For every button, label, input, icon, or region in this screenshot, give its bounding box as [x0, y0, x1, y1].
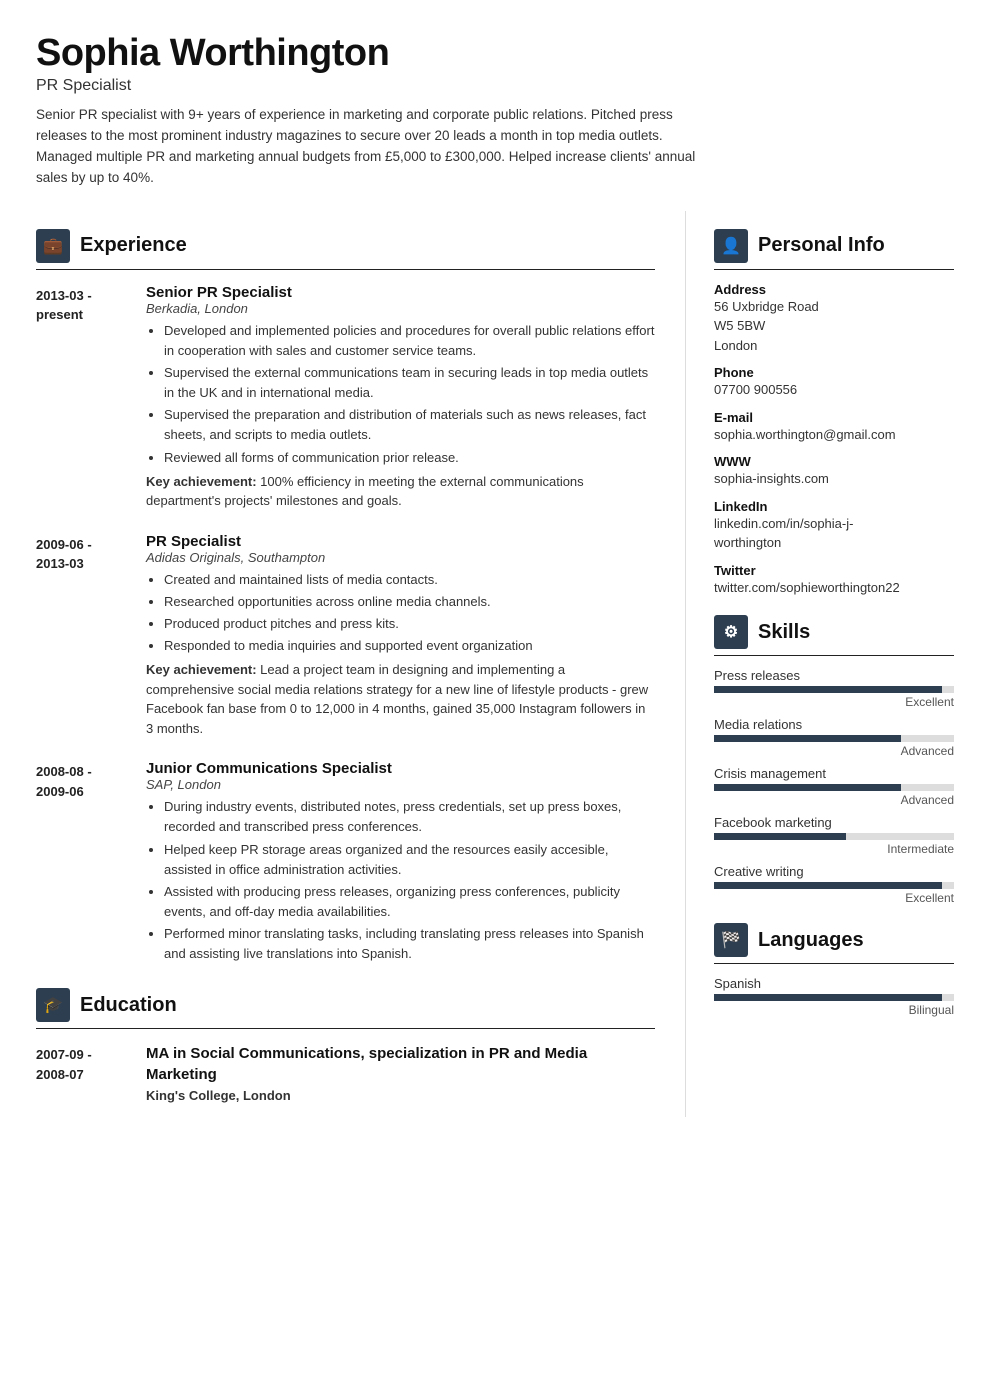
bullet: Researched opportunities across online m…: [164, 592, 655, 612]
bullet: During industry events, distributed note…: [164, 797, 655, 837]
personal-info-title: 👤 Personal Info: [714, 229, 954, 263]
skill-fill-1: [714, 735, 901, 742]
exp-content-3: Junior Communications Specialist SAP, Lo…: [146, 760, 655, 966]
education-section: 🎓 Education 2007-09 - 2008-07 MA in Soci…: [36, 988, 655, 1103]
languages-section: 🏁 Languages Spanish Bilingual: [714, 923, 954, 1017]
experience-icon: 💼: [36, 229, 70, 263]
exp-dates-2: 2009-06 - 2013-03: [36, 533, 146, 739]
education-icon: 🎓: [36, 988, 70, 1022]
bullet: Supervised the external communications t…: [164, 363, 655, 403]
candidate-name: Sophia Worthington: [36, 32, 954, 75]
candidate-summary: Senior PR specialist with 9+ years of ex…: [36, 105, 696, 189]
resume-header: Sophia Worthington PR Specialist Senior …: [36, 32, 954, 189]
bullet: Supervised the preparation and distribut…: [164, 405, 655, 445]
skill-fill-2: [714, 784, 901, 791]
address-value: 56 Uxbridge RoadW5 5BWLondon: [714, 297, 954, 356]
skills-section: ⚙ Skills Press releases Excellent Media …: [714, 615, 954, 905]
skill-bar-0: [714, 686, 954, 693]
skill-fill-0: [714, 686, 942, 693]
lang-bar-0: [714, 994, 954, 1001]
lang-fill-0: [714, 994, 942, 1001]
personal-info-icon: 👤: [714, 229, 748, 263]
lang-item-0: Spanish Bilingual: [714, 976, 954, 1017]
exp-achievement-2: Key achievement: Lead a project team in …: [146, 660, 655, 738]
bullet: Produced product pitches and press kits.: [164, 614, 655, 634]
linkedin-value: linkedin.com/in/sophia-j-worthington: [714, 514, 954, 553]
edu-dates-1: 2007-09 - 2008-07: [36, 1043, 146, 1103]
skill-bar-2: [714, 784, 954, 791]
edu-entry-1: 2007-09 - 2008-07 MA in Social Communica…: [36, 1043, 655, 1103]
left-column: 💼 Experience 2013-03 - present Senior PR…: [36, 211, 686, 1118]
personal-info-section: 👤 Personal Info Address 56 Uxbridge Road…: [714, 229, 954, 598]
bullet: Responded to media inquiries and support…: [164, 636, 655, 656]
candidate-title: PR Specialist: [36, 77, 954, 95]
exp-dates-1: 2013-03 - present: [36, 284, 146, 511]
exp-bullets-3: During industry events, distributed note…: [146, 797, 655, 964]
bullet: Developed and implemented policies and p…: [164, 321, 655, 361]
skill-bar-4: [714, 882, 954, 889]
skills-section-title: ⚙ Skills: [714, 615, 954, 649]
bullet: Reviewed all forms of communication prio…: [164, 448, 655, 468]
bullet: Helped keep PR storage areas organized a…: [164, 840, 655, 880]
edu-content-1: MA in Social Communications, specializat…: [146, 1043, 655, 1103]
exp-content-2: PR Specialist Adidas Originals, Southamp…: [146, 533, 655, 739]
skills-icon: ⚙: [714, 615, 748, 649]
exp-achievement-1: Key achievement: 100% efficiency in meet…: [146, 472, 655, 511]
skill-item-3: Facebook marketing Intermediate: [714, 815, 954, 856]
education-section-title: 🎓 Education: [36, 988, 655, 1022]
skill-fill-4: [714, 882, 942, 889]
right-column: 👤 Personal Info Address 56 Uxbridge Road…: [686, 211, 954, 1118]
exp-dates-3: 2008-08 - 2009-06: [36, 760, 146, 966]
exp-bullets-1: Developed and implemented policies and p…: [146, 321, 655, 468]
skill-bar-3: [714, 833, 954, 840]
main-layout: 💼 Experience 2013-03 - present Senior PR…: [36, 211, 954, 1118]
skill-fill-3: [714, 833, 846, 840]
exp-entry-3: 2008-08 - 2009-06 Junior Communications …: [36, 760, 655, 966]
skill-bar-1: [714, 735, 954, 742]
skill-item-2: Crisis management Advanced: [714, 766, 954, 807]
exp-content-1: Senior PR Specialist Berkadia, London De…: [146, 284, 655, 511]
bullet: Assisted with producing press releases, …: [164, 882, 655, 922]
exp-entry-2: 2009-06 - 2013-03 PR Specialist Adidas O…: [36, 533, 655, 739]
bullet: Performed minor translating tasks, inclu…: [164, 924, 655, 964]
bullet: Created and maintained lists of media co…: [164, 570, 655, 590]
languages-section-title: 🏁 Languages: [714, 923, 954, 957]
experience-section-title: 💼 Experience: [36, 229, 655, 263]
skill-item-0: Press releases Excellent: [714, 668, 954, 709]
skill-item-1: Media relations Advanced: [714, 717, 954, 758]
experience-section: 💼 Experience 2013-03 - present Senior PR…: [36, 229, 655, 967]
exp-bullets-2: Created and maintained lists of media co…: [146, 570, 655, 657]
exp-entry-1: 2013-03 - present Senior PR Specialist B…: [36, 284, 655, 511]
languages-icon: 🏁: [714, 923, 748, 957]
skill-item-4: Creative writing Excellent: [714, 864, 954, 905]
resume-page: Sophia Worthington PR Specialist Senior …: [0, 0, 990, 1149]
